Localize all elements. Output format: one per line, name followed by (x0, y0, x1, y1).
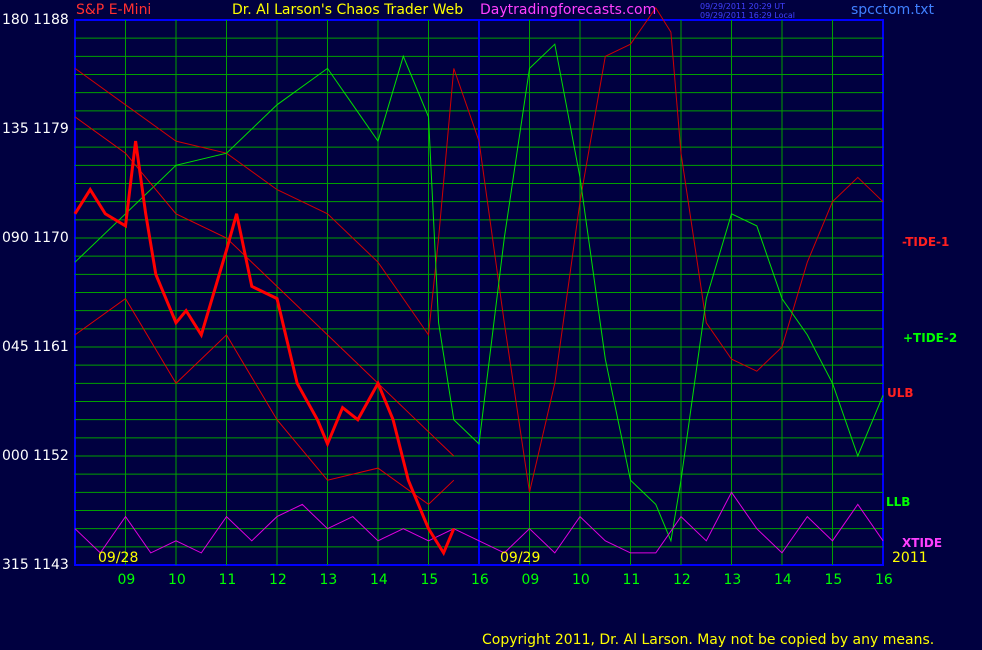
x-tick-label: 16 (471, 572, 489, 588)
x-tick-label: 10 (572, 572, 590, 588)
date-label-day2: 09/29 (500, 550, 541, 566)
grid-lines (75, 20, 883, 565)
y-tick-label: 090 1170 (2, 230, 69, 246)
x-tick-label: 11 (622, 572, 641, 588)
y-tick-label: 000 1152 (2, 448, 69, 464)
time-utc: 09/29/2011 20:29 UT (700, 2, 785, 11)
x-tick-label: 15 (824, 572, 843, 588)
xtide-label: XTIDE (902, 536, 943, 550)
instrument-label: S&P E-Mini (76, 2, 152, 18)
site-label: Daytradingforecasts.com (480, 2, 657, 18)
x-tick-label: 12 (269, 572, 287, 588)
chart-title: Dr. Al Larson's Chaos Trader Web (232, 2, 464, 18)
llb-label: LLB (886, 495, 911, 509)
y-tick-label: 180 1188 (2, 12, 69, 28)
x-tick-label: 10 (168, 572, 186, 588)
x-tick-label: 13 (319, 572, 338, 588)
file-label: spcctom.txt (851, 2, 934, 18)
x-tick-label: 09 (521, 572, 540, 588)
y-tick-label: 135 1179 (2, 121, 69, 137)
y-tick-label: 315 1143 (2, 557, 69, 573)
x-tick-label: 12 (673, 572, 691, 588)
tide1-label: -TIDE-1 (902, 235, 950, 249)
date-label-day1: 09/28 (98, 550, 139, 566)
chaos-chart (73, 6, 884, 566)
tide2-label: +TIDE-2 (903, 331, 958, 345)
x-tick-label: 15 (420, 572, 439, 588)
ulb-label: ULB (887, 386, 914, 400)
year-label: 2011 (892, 550, 928, 566)
x-tick-label: 11 (218, 572, 237, 588)
x-tick-label: 16 (875, 572, 893, 588)
x-tick-label: 14 (370, 572, 388, 588)
x-tick-label: 14 (774, 572, 792, 588)
x-tick-label: 13 (723, 572, 742, 588)
copyright: Copyright 2011, Dr. Al Larson. May not b… (482, 632, 935, 648)
y-tick-label: 045 1161 (2, 339, 69, 355)
time-local: 09/29/2011 16:29 Local (700, 11, 795, 20)
x-tick-label: 09 (117, 572, 136, 588)
